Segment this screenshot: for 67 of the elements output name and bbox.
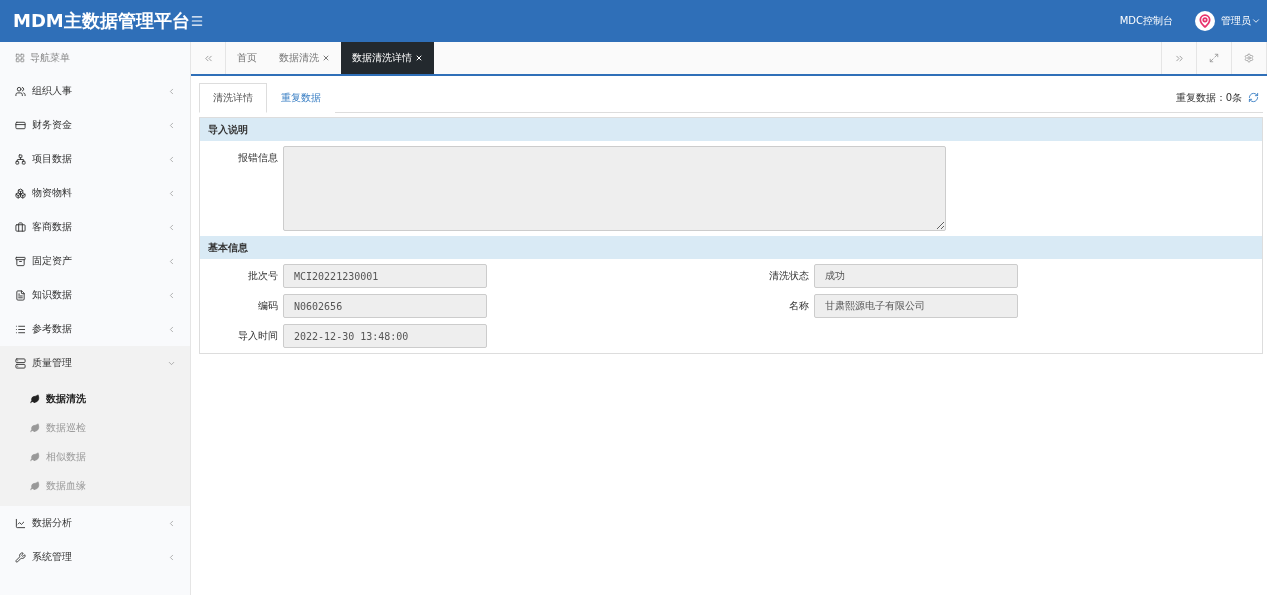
page-tab[interactable]: 数据清洗 — [268, 42, 341, 74]
user-menu[interactable]: 管理员 — [1221, 14, 1261, 28]
sidebar-item[interactable]: 固定资产 — [0, 244, 190, 278]
wrench-icon — [15, 551, 26, 563]
sidebar-item[interactable]: 项目数据 — [0, 142, 190, 176]
duplicate-count: 重复数据：0条 — [1175, 90, 1242, 105]
chevron-icon — [167, 154, 176, 164]
sidebar-item[interactable]: 物资物料 — [0, 176, 190, 210]
chevron-icon — [167, 290, 176, 300]
sidebar-item[interactable]: 数据分析 — [0, 506, 190, 540]
card-icon — [15, 119, 26, 131]
list-icon — [15, 323, 26, 335]
leaf-icon — [30, 393, 40, 404]
section-title: 导入说明 — [200, 118, 1262, 141]
input-field[interactable]: 甘肃熙源电子有限公司 — [814, 294, 1018, 318]
content-tab[interactable]: 清洗详情 — [199, 83, 267, 113]
server-icon — [15, 357, 26, 369]
settings-icon[interactable] — [1244, 53, 1254, 63]
leaf-icon — [30, 480, 40, 491]
briefcase-icon — [15, 221, 26, 233]
chevron-icon — [167, 222, 176, 232]
input-field[interactable]: N0602656 — [283, 294, 487, 318]
submenu-item[interactable]: 数据清洗 — [0, 384, 190, 413]
cubes-icon — [15, 187, 26, 199]
sidebar-item[interactable]: 知识数据 — [0, 278, 190, 312]
field-label: 名称 — [788, 299, 810, 313]
field-label: 批次号 — [247, 269, 279, 283]
line-chart-icon — [15, 517, 26, 529]
grid-icon — [15, 53, 25, 63]
chevron-icon — [167, 552, 176, 562]
chevron-icon — [167, 518, 176, 528]
sidebar-item[interactable]: 客商数据 — [0, 210, 190, 244]
input-field[interactable]: 成功 — [814, 264, 1018, 288]
console-link[interactable]: MDC控制台 — [1119, 14, 1173, 28]
leaf-icon — [30, 422, 40, 433]
input-field[interactable]: MCI20221230001 — [283, 264, 487, 288]
menu-icon[interactable] — [190, 14, 204, 28]
chevron-icon — [167, 188, 176, 198]
chevron-icon — [167, 120, 176, 130]
sidebar-item[interactable]: 质量管理 — [0, 346, 190, 380]
document-icon — [15, 289, 26, 301]
leaf-icon — [30, 451, 40, 462]
sitemap-icon — [15, 153, 26, 165]
textarea-field[interactable] — [283, 146, 946, 231]
users-icon — [15, 85, 26, 97]
sidebar-title: 导航菜单 — [30, 51, 70, 65]
input-field[interactable]: 2022-12-30 13:48:00 — [283, 324, 487, 348]
sidebar-item[interactable]: 参考数据 — [0, 312, 190, 346]
sidebar-item[interactable]: 组织人事 — [0, 74, 190, 108]
chevron-icon — [167, 324, 176, 334]
refresh-icon[interactable] — [1248, 92, 1259, 103]
archive-icon — [15, 255, 26, 267]
sidebar-item[interactable]: 财务资金 — [0, 108, 190, 142]
section-title: 基本信息 — [200, 236, 1262, 259]
page-tab[interactable]: 数据清洗详情 — [341, 42, 434, 74]
fullscreen-icon[interactable] — [1209, 53, 1219, 63]
avatar-icon — [1195, 11, 1215, 31]
field-label: 报错信息 — [237, 151, 279, 165]
sidebar-item[interactable]: 系统管理 — [0, 540, 190, 574]
field-label: 清洗状态 — [768, 269, 810, 283]
app-logo: MDM主数据管理平台 — [12, 9, 190, 33]
field-label: 导入时间 — [237, 329, 279, 343]
caret-icon[interactable] — [1251, 16, 1261, 26]
field-label: 编码 — [257, 299, 279, 313]
chevron-icon — [167, 86, 176, 96]
page-tab[interactable]: 首页 — [226, 42, 268, 74]
chevron-icon — [167, 256, 176, 266]
